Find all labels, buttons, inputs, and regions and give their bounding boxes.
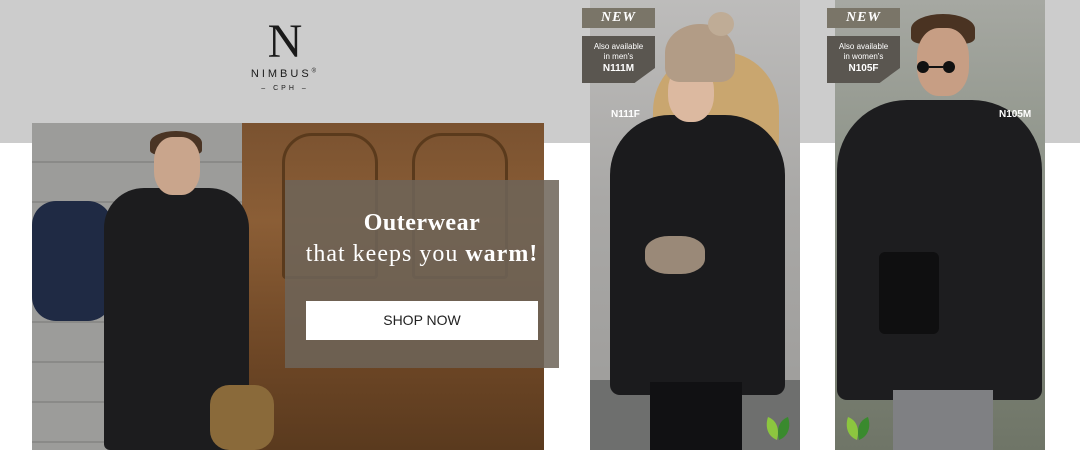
logo-wordmark: NIMBUS® xyxy=(238,68,332,80)
beanie-pompom xyxy=(708,12,734,36)
availability-line1: Also available xyxy=(593,42,644,51)
model-legs xyxy=(650,382,742,450)
promo-tagline-bold: warm! xyxy=(465,241,539,267)
availability-tag: Also available in men's N111M xyxy=(582,36,655,83)
style-code: N105M xyxy=(999,109,1032,120)
scarf xyxy=(210,385,274,450)
new-badge: NEW xyxy=(827,8,900,28)
nimbus-outerwear-banner[interactable]: N NIMBUS® – CPH – Outerwear that keeps y… xyxy=(0,0,1080,450)
shop-now-button[interactable]: SHOP NOW xyxy=(306,301,538,340)
model-head xyxy=(154,137,200,195)
promo-tagline-plain: that keeps you xyxy=(305,241,459,267)
registered-mark: ® xyxy=(311,68,320,75)
availability-line2: in women's xyxy=(843,52,884,61)
model-legs xyxy=(893,390,993,450)
leaf-icon xyxy=(766,417,790,440)
style-code: N111F xyxy=(611,109,640,120)
alt-style-code: N111M xyxy=(602,63,635,74)
gloves xyxy=(645,236,705,274)
logo-subline: – CPH – xyxy=(261,85,309,92)
new-badge: NEW xyxy=(582,8,655,28)
availability-line2: in men's xyxy=(603,52,634,61)
availability-line1: Also available xyxy=(838,42,889,51)
logo-letter: N xyxy=(267,15,303,68)
briefcase xyxy=(879,252,939,334)
nimbus-logo[interactable]: N NIMBUS® – CPH – xyxy=(238,15,332,93)
duffel-bag xyxy=(32,201,112,321)
availability-tag: Also available in women's N105F xyxy=(827,36,900,83)
sunglasses-icon xyxy=(909,60,965,74)
promo-heading: Outerwear xyxy=(363,210,481,236)
logo-wordmark-text: NIMBUS xyxy=(250,68,312,80)
promo-tagline: that keeps you warm! xyxy=(285,241,559,268)
promo-box: Outerwear that keeps you warm! SHOP NOW xyxy=(285,180,559,368)
model-coat xyxy=(837,100,1042,400)
alt-style-code: N105F xyxy=(848,63,879,74)
leaf-icon xyxy=(846,417,870,440)
